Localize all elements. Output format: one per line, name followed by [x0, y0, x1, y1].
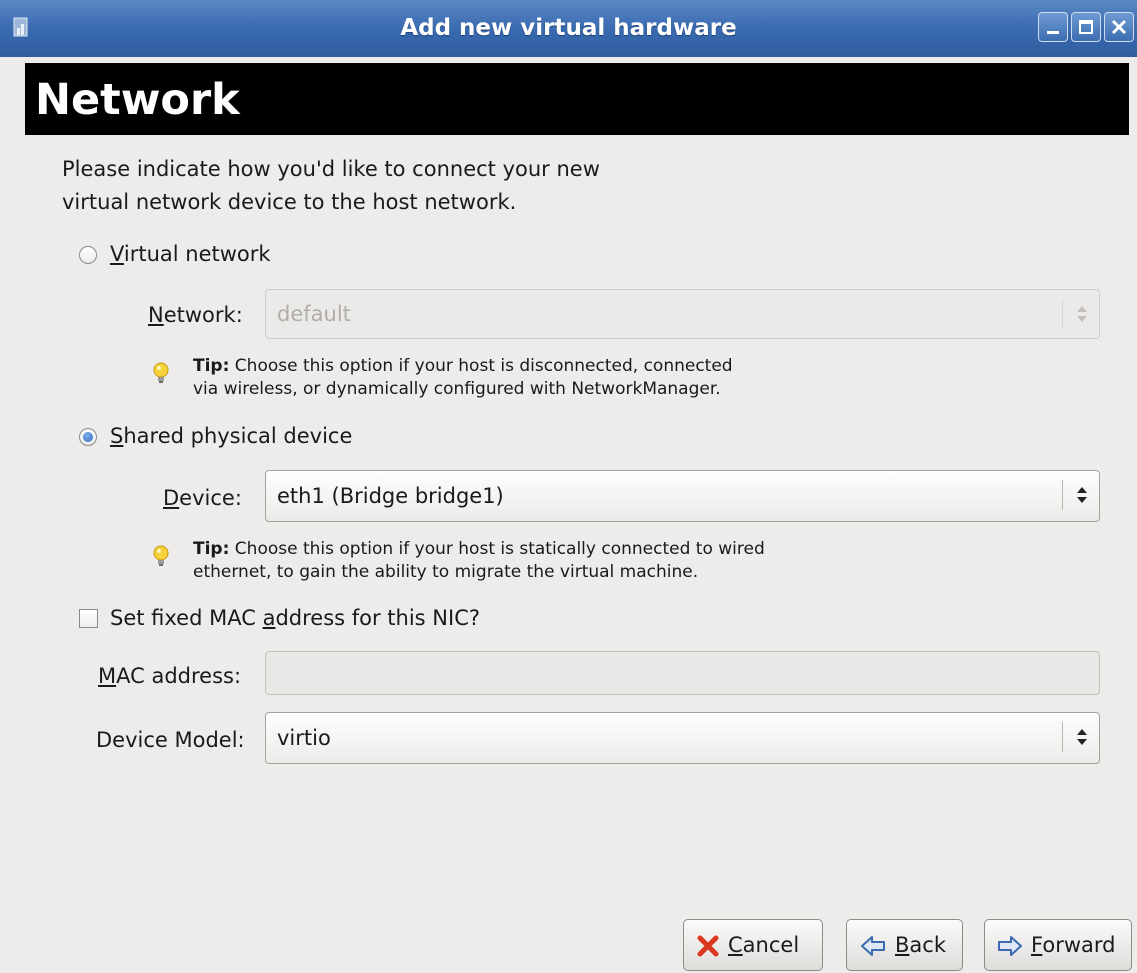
intro-text: Please indicate how you'd like to connec…	[62, 153, 600, 219]
mac-address-label: MAC address:	[98, 664, 242, 688]
tip-lightbulb-icon	[153, 362, 169, 383]
maximize-button[interactable]	[1071, 12, 1101, 42]
device-model-label: Device Model:	[96, 728, 245, 752]
window-title: Add new virtual hardware	[400, 15, 737, 41]
cancel-icon	[697, 935, 719, 957]
device-model-value: virtio	[277, 726, 331, 750]
spin-arrows-icon	[1077, 729, 1087, 745]
minimize-icon	[1047, 31, 1059, 34]
close-icon	[1111, 19, 1127, 35]
virtual-network-radio[interactable]	[79, 246, 97, 264]
tip-lightbulb-icon	[153, 545, 169, 566]
intro-line-2: virtual network device to the host netwo…	[62, 190, 517, 214]
device-label: Device:	[163, 486, 242, 510]
network-label: Network:	[148, 303, 243, 327]
page-title: Network	[35, 75, 240, 125]
shared-device-radio[interactable]	[79, 428, 97, 446]
spin-arrows-icon	[1077, 306, 1087, 322]
device-model-select[interactable]: virtio	[265, 712, 1100, 764]
virtual-network-label[interactable]: Virtual network	[110, 240, 271, 268]
back-arrow-icon	[861, 936, 885, 956]
network-select[interactable]: default	[265, 289, 1100, 339]
back-button[interactable]: Back	[846, 919, 963, 971]
forward-arrow-icon	[998, 936, 1022, 956]
intro-line-1: Please indicate how you'd like to connec…	[62, 157, 600, 181]
shared-device-label[interactable]: Shared physical device	[110, 422, 352, 450]
close-button[interactable]	[1104, 12, 1134, 42]
network-select-value: default	[277, 302, 351, 326]
mac-address-field[interactable]	[265, 651, 1100, 695]
minimize-button[interactable]	[1038, 12, 1068, 42]
fixed-mac-checkbox[interactable]	[79, 609, 98, 628]
device-select-value: eth1 (Bridge bridge1)	[277, 484, 504, 508]
cancel-button[interactable]: Cancel	[683, 919, 823, 971]
virtual-network-tip: Tip: Choose this option if your host is …	[193, 356, 733, 399]
shared-device-tip: Tip: Choose this option if your host is …	[193, 539, 765, 582]
fixed-mac-label[interactable]: Set fixed MAC address for this NIC?	[110, 604, 480, 632]
device-select[interactable]: eth1 (Bridge bridge1)	[265, 470, 1100, 522]
maximize-icon	[1079, 20, 1093, 34]
forward-button[interactable]: Forward	[984, 919, 1132, 971]
spin-arrows-icon	[1077, 487, 1087, 503]
